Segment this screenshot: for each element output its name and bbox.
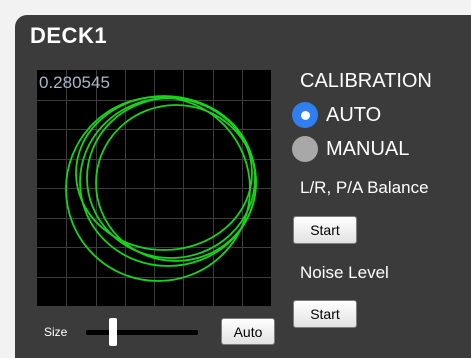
scope-trace	[95, 104, 257, 262]
calibration-title: CALIBRATION	[300, 70, 432, 92]
scope-trace	[79, 97, 257, 267]
vectorscope-plot	[37, 70, 271, 306]
radio-option-auto[interactable]: AUTO	[292, 102, 381, 128]
size-slider-track[interactable]	[86, 330, 198, 335]
radio-unselected-icon[interactable]	[292, 136, 318, 162]
noise-start-button[interactable]: Start	[293, 300, 357, 328]
radio-dot	[300, 110, 310, 120]
deck-window: DECK1 0.280545 Size Auto CALIBRATION AUT…	[0, 0, 471, 358]
radio-selected-icon[interactable]	[292, 102, 318, 128]
radio-option-manual[interactable]: MANUAL	[292, 136, 409, 162]
noise-level-label: Noise Level	[300, 263, 389, 282]
scope-readout: 0.280545	[39, 73, 110, 92]
deck-title: DECK1	[30, 23, 108, 48]
balance-start-button[interactable]: Start	[293, 216, 357, 244]
radio-manual-label: MANUAL	[326, 137, 410, 160]
auto-size-button[interactable]: Auto	[221, 318, 275, 345]
size-slider-thumb[interactable]	[108, 318, 117, 346]
radio-auto-label: AUTO	[326, 103, 382, 126]
balance-label: L/R, P/A Balance	[300, 178, 429, 197]
vectorscope	[37, 70, 271, 306]
size-label: Size	[44, 325, 68, 339]
